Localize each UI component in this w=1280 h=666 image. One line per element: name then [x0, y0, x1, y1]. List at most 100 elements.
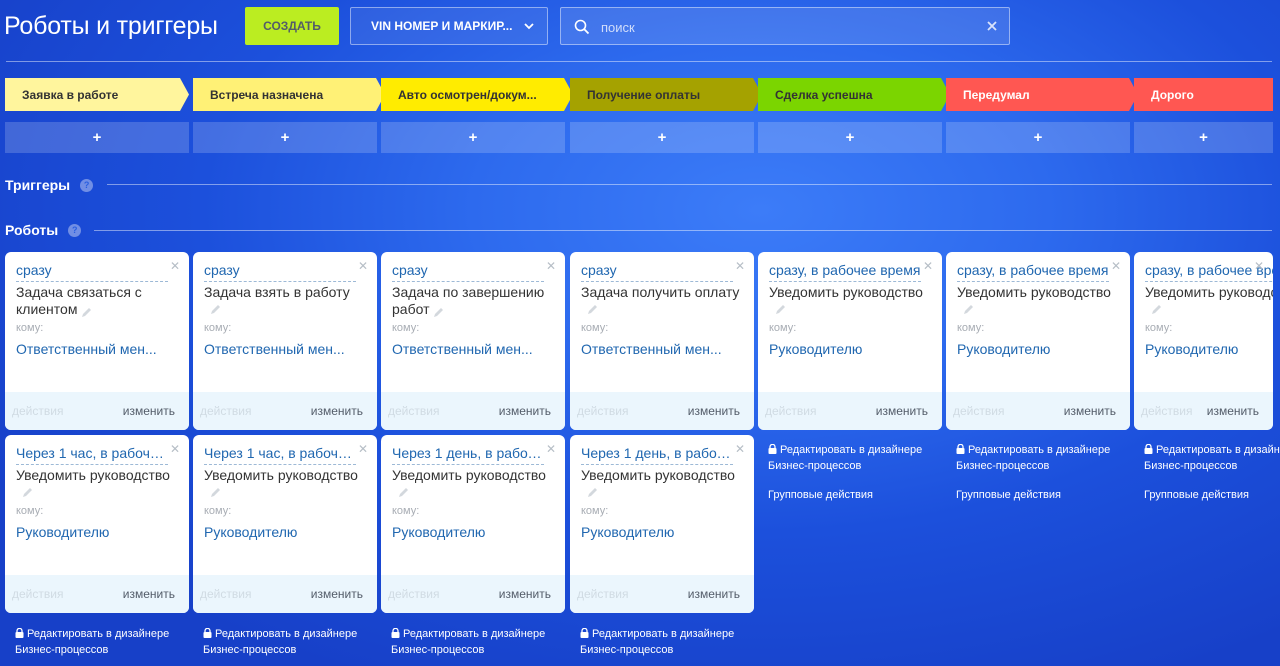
robot-timing[interactable]: Через 1 день, в рабоч... [581, 445, 733, 465]
recipient-value[interactable]: Ответственный мен... [392, 341, 552, 357]
designer-link[interactable]: Редактировать в дизайнере Бизнес-процессо… [956, 442, 1140, 474]
recipient-value[interactable]: Руководителю [16, 524, 176, 540]
actions-link[interactable]: действия [200, 404, 251, 418]
search-input[interactable] [601, 18, 961, 36]
robot-card[interactable]: Через 1 день, в рабоч... ✕ Уведомить руков… [570, 435, 754, 613]
change-link[interactable]: изменить [499, 587, 551, 601]
group-actions-link[interactable]: Групповые действия [956, 489, 1061, 501]
create-button[interactable]: СОЗДАТЬ [245, 7, 339, 45]
pencil-icon[interactable] [398, 485, 409, 497]
close-icon[interactable]: ✕ [170, 443, 180, 455]
help-icon[interactable]: ? [68, 223, 82, 237]
recipient-value[interactable]: Ответственный мен... [204, 341, 364, 357]
robot-card[interactable]: Через 1 час, в рабоче... ✕ Уведомить руков… [193, 435, 377, 613]
designer-link[interactable]: Редактировать в дизайнере Бизнес-процессо… [768, 442, 952, 474]
add-robot-button[interactable]: + [5, 122, 189, 153]
change-link[interactable]: изменить [311, 404, 363, 418]
stage-column[interactable]: Авто осмотрен/докум... [381, 78, 573, 111]
add-robot-button[interactable]: + [1134, 122, 1273, 153]
pencil-icon[interactable] [81, 305, 92, 317]
actions-link[interactable]: действия [765, 404, 816, 418]
robot-card[interactable]: сразу, в рабочее время✕Уведомить руковод… [1134, 252, 1273, 430]
recipient-value[interactable]: Руководителю [769, 341, 929, 357]
robot-timing[interactable]: сразу, в рабочее время [769, 262, 921, 282]
robot-timing[interactable]: Через 1 день, в рабоч... [392, 445, 544, 465]
robot-timing[interactable]: сразу [392, 262, 544, 282]
robot-card[interactable]: сразу ✕ Задача взять в работу кому: Ответств… [193, 252, 377, 430]
actions-link[interactable]: действия [12, 404, 63, 418]
robot-timing[interactable]: Через 1 час, в рабоче... [204, 445, 356, 465]
change-link[interactable]: изменить [688, 587, 740, 601]
change-link[interactable]: изменить [876, 404, 928, 418]
actions-link[interactable]: действия [388, 587, 439, 601]
close-icon[interactable]: ✕ [923, 260, 933, 272]
robot-card[interactable]: сразу, в рабочее время✕Уведомить руковод… [946, 252, 1130, 430]
actions-link[interactable]: действия [577, 404, 628, 418]
designer-link[interactable]: Редактировать в дизайнере Бизнес-процессо… [15, 626, 199, 658]
close-icon[interactable]: ✕ [1254, 260, 1264, 272]
recipient-value[interactable]: Ответственный мен... [16, 341, 176, 357]
close-icon[interactable]: ✕ [735, 260, 745, 272]
close-icon[interactable]: ✕ [170, 260, 180, 272]
recipient-value[interactable]: Ответственный мен... [581, 341, 741, 357]
change-link[interactable]: изменить [499, 404, 551, 418]
actions-link[interactable]: действия [577, 587, 628, 601]
add-robot-button[interactable]: + [758, 122, 942, 153]
entity-dropdown[interactable]: VIN НОМЕР И МАРКИР... [350, 7, 548, 45]
designer-link[interactable]: Редактировать в дизайнере Бизнес-процессо… [391, 626, 575, 658]
pencil-icon[interactable] [963, 302, 974, 314]
change-link[interactable]: изменить [311, 587, 363, 601]
change-link[interactable]: изменить [1207, 404, 1259, 418]
actions-link[interactable]: действия [1141, 404, 1192, 418]
robot-card[interactable]: Через 1 день, в рабоч... ✕ Уведомить руков… [381, 435, 565, 613]
add-robot-button[interactable]: + [570, 122, 754, 153]
pencil-icon[interactable] [587, 485, 598, 497]
add-robot-button[interactable]: + [381, 122, 565, 153]
close-icon[interactable]: ✕ [358, 443, 368, 455]
close-icon[interactable]: ✕ [1111, 260, 1121, 272]
add-robot-button[interactable]: + [946, 122, 1130, 153]
change-link[interactable]: изменить [123, 404, 175, 418]
robot-card[interactable]: Через 1 час, в рабоче... ✕ Уведомить руков… [5, 435, 189, 613]
actions-link[interactable]: действия [200, 587, 251, 601]
robot-card[interactable]: сразу ✕ Задача связаться с клиентом кому: От… [5, 252, 189, 430]
recipient-value[interactable]: Руководителю [581, 524, 741, 540]
close-icon[interactable] [985, 19, 999, 33]
actions-link[interactable]: действия [12, 587, 63, 601]
stage-column[interactable]: Передумал [946, 78, 1138, 111]
close-icon[interactable]: ✕ [358, 260, 368, 272]
help-icon[interactable]: ? [80, 178, 94, 192]
recipient-value[interactable]: Руководителю [1145, 341, 1273, 357]
stage-column[interactable]: Получение оплаты [570, 78, 762, 111]
recipient-value[interactable]: Руководителю [204, 524, 364, 540]
robot-card[interactable]: сразу ✕ Задача по завершению работ кому: Отв… [381, 252, 565, 430]
robot-card[interactable]: сразу, в рабочее время✕Уведомить руковод… [758, 252, 942, 430]
designer-link[interactable]: Редактировать в дизайнере Бизнес-процессо… [203, 626, 387, 658]
designer-link[interactable]: Редактировать в дизайнере Бизнес-процессо… [580, 626, 764, 658]
recipient-value[interactable]: Руководителю [392, 524, 552, 540]
stage-column[interactable]: Сделка успешна [758, 78, 950, 111]
change-link[interactable]: изменить [123, 587, 175, 601]
recipient-value[interactable]: Руководителю [957, 341, 1117, 357]
pencil-icon[interactable] [1151, 302, 1162, 314]
change-link[interactable]: изменить [1064, 404, 1116, 418]
group-actions-link[interactable]: Групповые действия [768, 489, 873, 501]
close-icon[interactable]: ✕ [735, 443, 745, 455]
close-icon[interactable]: ✕ [546, 260, 556, 272]
robot-timing[interactable]: сразу [204, 262, 356, 282]
actions-link[interactable]: действия [953, 404, 1004, 418]
actions-link[interactable]: действия [388, 404, 439, 418]
change-link[interactable]: изменить [688, 404, 740, 418]
robot-timing[interactable]: сразу, в рабочее время [957, 262, 1109, 282]
robot-timing[interactable]: Через 1 час, в рабоче... [16, 445, 168, 465]
robot-timing[interactable]: сразу [16, 262, 168, 282]
pencil-icon[interactable] [210, 302, 221, 314]
pencil-icon[interactable] [210, 485, 221, 497]
pencil-icon[interactable] [433, 305, 444, 317]
pencil-icon[interactable] [587, 302, 598, 314]
stage-column[interactable]: Заявка в работе [5, 78, 189, 111]
pencil-icon[interactable] [22, 485, 33, 497]
robot-card[interactable]: сразу ✕ Задача получить оплату кому: Ответст… [570, 252, 754, 430]
pencil-icon[interactable] [775, 302, 786, 314]
group-actions-link[interactable]: Групповые действия [1144, 489, 1249, 501]
